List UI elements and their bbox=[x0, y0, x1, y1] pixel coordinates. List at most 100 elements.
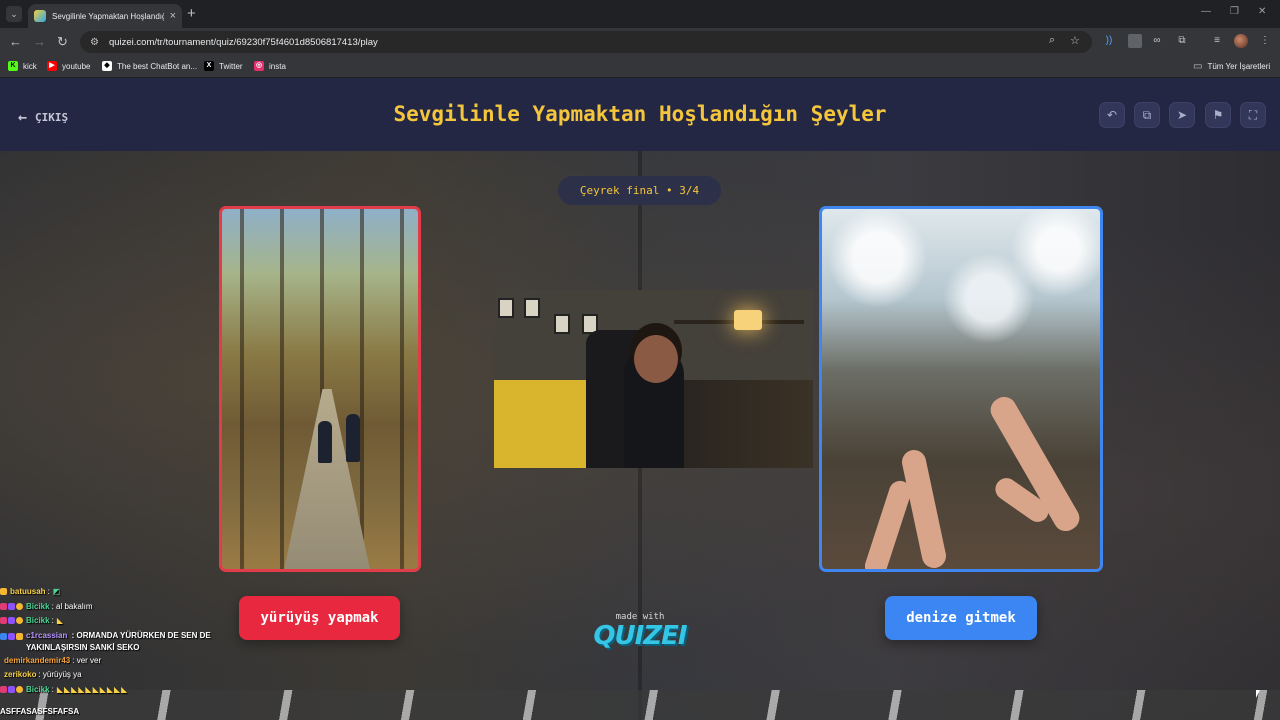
chat-username[interactable]: demirkandemir43 bbox=[4, 654, 70, 669]
chat-badges bbox=[0, 602, 23, 610]
chat-username[interactable]: Bicikk bbox=[26, 683, 50, 698]
kick-icon: K bbox=[8, 61, 18, 71]
bookmark-chatbot[interactable]: ◆ The best ChatBot an... bbox=[102, 61, 197, 71]
leg bbox=[862, 478, 914, 569]
chat-badges bbox=[0, 685, 23, 693]
close-window-icon[interactable]: ✕ bbox=[1258, 6, 1266, 17]
close-tab-icon[interactable]: × bbox=[170, 10, 176, 22]
back-icon[interactable]: ← bbox=[9, 34, 22, 50]
chat-text: : yürüyüş ya bbox=[38, 670, 82, 679]
badge-icon bbox=[8, 602, 15, 610]
report-button[interactable]: ⚑ bbox=[1205, 102, 1231, 128]
reload-icon[interactable]: ↻ bbox=[57, 34, 68, 50]
badge-icon bbox=[0, 632, 7, 640]
x-icon: X bbox=[204, 61, 214, 71]
address-bar[interactable]: ⚙ quizei.com/tr/tournament/quiz/69230f75… bbox=[80, 31, 1092, 53]
extensions-puzzle-icon[interactable]: ⧉ bbox=[1175, 34, 1189, 48]
chat-message: zerikoko : yürüyüş ya bbox=[0, 668, 240, 683]
chat-username[interactable]: zerikoko bbox=[4, 668, 36, 683]
chat-message: demirkandemir43 : ver ver bbox=[0, 654, 240, 669]
url-text: quizei.com/tr/tournament/quiz/69230f75f4… bbox=[108, 36, 378, 48]
leg bbox=[899, 447, 949, 569]
chat-text: : bbox=[51, 616, 54, 625]
walking-person bbox=[318, 421, 332, 463]
chat-badges bbox=[0, 632, 23, 640]
option-left-button[interactable]: yürüyüş yapmak bbox=[239, 596, 400, 640]
undo-button[interactable]: ↶ bbox=[1099, 102, 1125, 128]
bookmark-twitter[interactable]: X Twitter bbox=[204, 61, 243, 71]
extension-icon[interactable]: ∞ bbox=[1150, 34, 1164, 48]
chatbot-icon: ◆ bbox=[102, 61, 112, 71]
bookmark-label: kick bbox=[23, 61, 37, 71]
chat-message: Bicikk : ◣◣◣◣◣◣◣◣◣◣ bbox=[0, 683, 240, 698]
bookmark-kick[interactable]: K kick bbox=[8, 61, 37, 71]
tab-search-button[interactable]: ⌄ bbox=[6, 6, 22, 22]
chat-message: Bicikk : ◣ bbox=[0, 614, 240, 629]
tab-bar: ⌄ Sevgilinle Yapmaktan Hoşlandığ × + — ❐… bbox=[0, 0, 1280, 28]
browser-tab[interactable]: Sevgilinle Yapmaktan Hoşlandığ × bbox=[28, 4, 182, 28]
bookmark-label: insta bbox=[269, 61, 286, 71]
option-right-button[interactable]: denize gitmek bbox=[885, 596, 1037, 640]
round-indicator: Çeyrek final • 3/4 bbox=[558, 176, 721, 205]
zoom-icon[interactable]: ⌕ bbox=[1049, 34, 1055, 47]
streamer-webcam bbox=[494, 290, 813, 468]
chat-badges bbox=[0, 588, 7, 595]
extension-icon[interactable] bbox=[1128, 34, 1142, 48]
quiz-header: ← ÇIKIŞ Sevgilinle Yapmaktan Hoşlandığın… bbox=[0, 78, 1280, 151]
media-control-icon[interactable]: ≡ bbox=[1210, 34, 1224, 48]
chat-username[interactable]: batuusah bbox=[10, 585, 46, 600]
chat-username[interactable]: Bicikk bbox=[26, 600, 50, 615]
all-bookmarks-label: Tüm Yer İşaretleri bbox=[1207, 62, 1271, 71]
option-left-image[interactable] bbox=[219, 206, 421, 572]
chat-username[interactable]: Bicikk bbox=[26, 614, 50, 629]
chat-text: : al bakalım bbox=[51, 601, 93, 611]
chat-text: : ver ver bbox=[72, 655, 102, 665]
badge-icon bbox=[0, 685, 7, 693]
bookmark-youtube[interactable]: ▶ youtube bbox=[47, 61, 90, 71]
chat-message: c1rcassian : ORMANDA YÜRÜRKEN DE SEN DE … bbox=[0, 630, 240, 654]
menu-icon[interactable]: ⋮ bbox=[1258, 34, 1272, 48]
chat-message: Bicikk : al bakalım bbox=[0, 600, 240, 615]
wall-frame bbox=[554, 314, 570, 334]
youtube-icon: ▶ bbox=[47, 61, 57, 71]
walking-person bbox=[346, 414, 360, 462]
new-tab-button[interactable]: + bbox=[187, 5, 196, 22]
send-button[interactable]: ➤ bbox=[1169, 102, 1195, 128]
overlay-text: ASFFASASFSFAFSA bbox=[0, 707, 80, 716]
webcam-lamp bbox=[734, 310, 762, 330]
emote-icon: ◩ bbox=[52, 587, 61, 596]
site-info-icon[interactable]: ⚙ bbox=[90, 37, 99, 48]
flag-icon: ⚑ bbox=[1212, 108, 1224, 122]
browser-toolbar: ← → ↻ ⚙ quizei.com/tr/tournament/quiz/69… bbox=[0, 28, 1280, 56]
badge-icon bbox=[16, 617, 23, 624]
share-button[interactable]: ⧉ bbox=[1134, 102, 1160, 128]
restore-icon[interactable]: ❐ bbox=[1230, 6, 1239, 17]
option-right-image[interactable] bbox=[819, 206, 1103, 572]
profile-avatar[interactable] bbox=[1234, 34, 1248, 48]
fullscreen-button[interactable]: ⛶ bbox=[1240, 102, 1266, 128]
streamer-head bbox=[634, 335, 678, 383]
fullscreen-icon: ⛶ bbox=[1248, 107, 1258, 122]
instagram-icon: ◎ bbox=[254, 61, 264, 71]
mouse-cursor-icon bbox=[1256, 690, 1260, 698]
bookmark-label: youtube bbox=[62, 61, 91, 71]
bookmark-label: The best ChatBot an... bbox=[117, 61, 198, 71]
chat-badges bbox=[0, 617, 23, 624]
stream-chat: batuusah : ◩ Bicikk : al bakalım Bicikk … bbox=[0, 585, 240, 697]
quizei-logo[interactable]: QUIZEI bbox=[590, 621, 690, 651]
minimize-icon[interactable]: — bbox=[1201, 6, 1211, 17]
wall-frame bbox=[524, 298, 540, 318]
emote-icon: ◣ bbox=[56, 616, 63, 625]
chat-username[interactable]: c1rcassian bbox=[26, 631, 67, 640]
quizei-favicon-icon bbox=[34, 10, 46, 22]
emote-icon: ◣◣◣◣◣◣◣◣◣◣ bbox=[56, 684, 129, 694]
bookmark-star-icon[interactable]: ☆ bbox=[1070, 34, 1080, 47]
chat-message: batuusah : ◩ bbox=[0, 585, 240, 600]
bookmark-insta[interactable]: ◎ insta bbox=[254, 61, 286, 71]
all-bookmarks[interactable]: ▭ Tüm Yer İşaretleri bbox=[1193, 61, 1270, 72]
extension-icon[interactable]: )) bbox=[1102, 34, 1116, 48]
wall-frame bbox=[498, 298, 514, 318]
forward-icon[interactable]: → bbox=[33, 34, 46, 50]
quiz-title: Sevgilinle Yapmaktan Hoşlandığın Şeyler bbox=[393, 102, 887, 126]
folder-icon: ▭ bbox=[1193, 61, 1203, 72]
